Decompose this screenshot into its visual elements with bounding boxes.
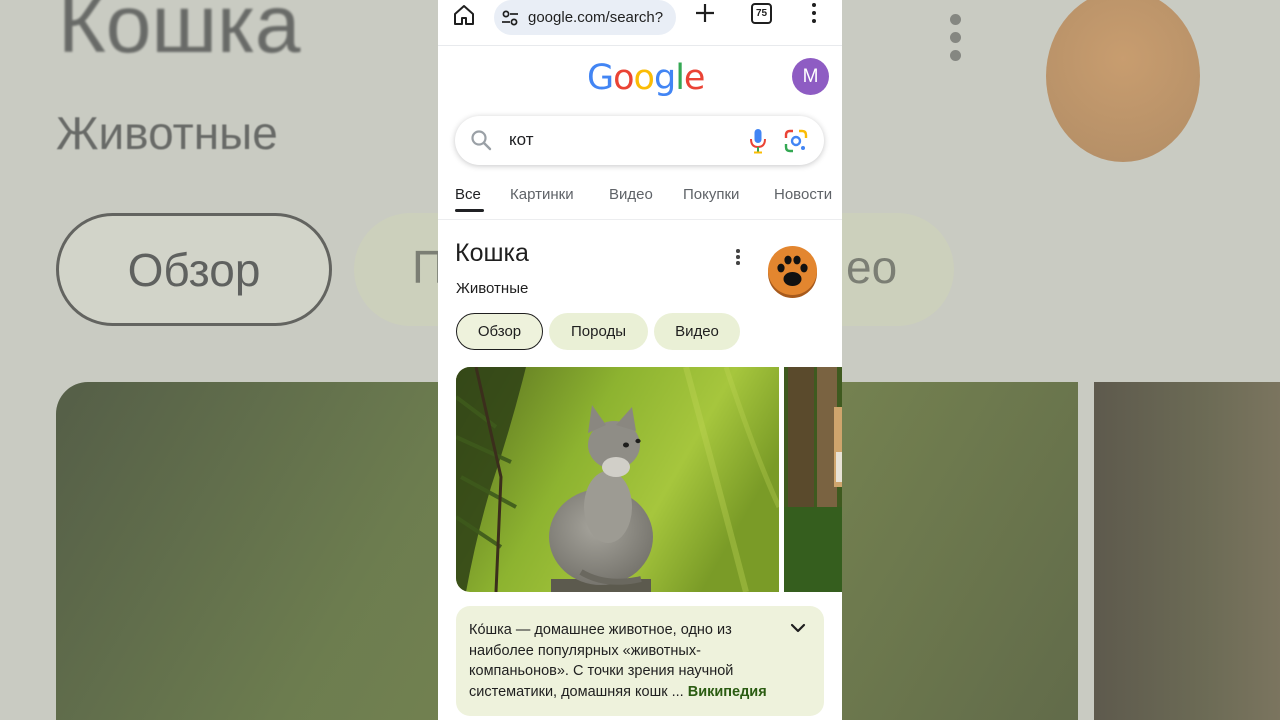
search-icon (471, 130, 492, 151)
more-vert-icon[interactable] (804, 3, 824, 25)
active-tab-indicator (455, 209, 484, 212)
chip-breeds[interactable]: Породы (549, 313, 648, 350)
tabs-divider (438, 219, 842, 220)
more-vert-icon[interactable] (734, 249, 742, 267)
plus-icon[interactable] (694, 2, 716, 24)
search-tabs: Все Картинки Видео Покупки Новости (438, 186, 842, 216)
logo-letter-1: G (587, 58, 614, 98)
mic-icon[interactable] (748, 128, 768, 154)
toolbar-divider (438, 45, 842, 46)
chip-breeds-label: Породы (570, 323, 626, 340)
kitten-photo[interactable] (456, 367, 779, 592)
logo-letter-6: e (683, 58, 706, 98)
tab-images[interactable]: Картинки (510, 186, 574, 203)
tune-icon[interactable] (500, 8, 520, 28)
description-card[interactable]: Ко́шка — домашнее животное, одно из наиб… (456, 606, 824, 716)
background-subtitle: Животные (56, 107, 278, 159)
logo-letter-2: o (613, 58, 634, 98)
tab-count: 75 (755, 8, 768, 19)
tab-all[interactable]: Все (455, 186, 481, 203)
chevron-down-icon[interactable] (790, 622, 806, 634)
phone-screen: google.com/search? 75 Google M кот Все К… (438, 0, 842, 720)
chip-overview-label: Обзор (477, 323, 522, 340)
background-chip-right-fragment: ео (846, 241, 898, 293)
tab-shopping[interactable]: Покупки (683, 186, 739, 203)
knowledge-panel-title: Кошка (455, 239, 529, 267)
tab-news[interactable]: Новости (774, 186, 832, 203)
account-avatar[interactable]: M (792, 58, 829, 95)
tabs-icon[interactable]: 75 (751, 3, 772, 24)
logo-letter-3: o (633, 58, 655, 98)
chip-video-label: Видео (675, 323, 719, 340)
address-bar[interactable]: google.com/search? (494, 0, 676, 35)
search-box[interactable]: кот (455, 116, 824, 165)
tab-videos[interactable]: Видео (609, 186, 653, 203)
background-more-icon (950, 14, 962, 68)
background-chip-overview: Обзор (56, 213, 332, 326)
logo-letter-5: l (675, 58, 685, 98)
description-text: Ко́шка — домашнее животное, одно из наиб… (469, 620, 779, 702)
background-chip-overview-label: Обзор (127, 243, 261, 296)
search-input[interactable]: кот (509, 130, 534, 150)
home-icon[interactable] (452, 3, 476, 27)
background-title: Кошка (58, 0, 301, 70)
avatar-letter: M (802, 65, 819, 87)
google-logo[interactable]: Google (587, 58, 706, 98)
chip-video[interactable]: Видео (654, 313, 740, 350)
knowledge-panel-subtitle: Животные (456, 280, 529, 297)
paw-icon (768, 246, 817, 298)
logo-letter-4: g (653, 58, 676, 98)
wikipedia-link[interactable]: Википедия (688, 684, 767, 700)
browser-toolbar: google.com/search? 75 (438, 0, 842, 46)
google-lens-icon[interactable] (784, 129, 808, 153)
second-photo[interactable] (784, 367, 842, 592)
address-bar-url: google.com/search? (528, 9, 664, 26)
background-photo-side (1094, 382, 1280, 720)
chip-overview[interactable]: Обзор (456, 313, 543, 350)
